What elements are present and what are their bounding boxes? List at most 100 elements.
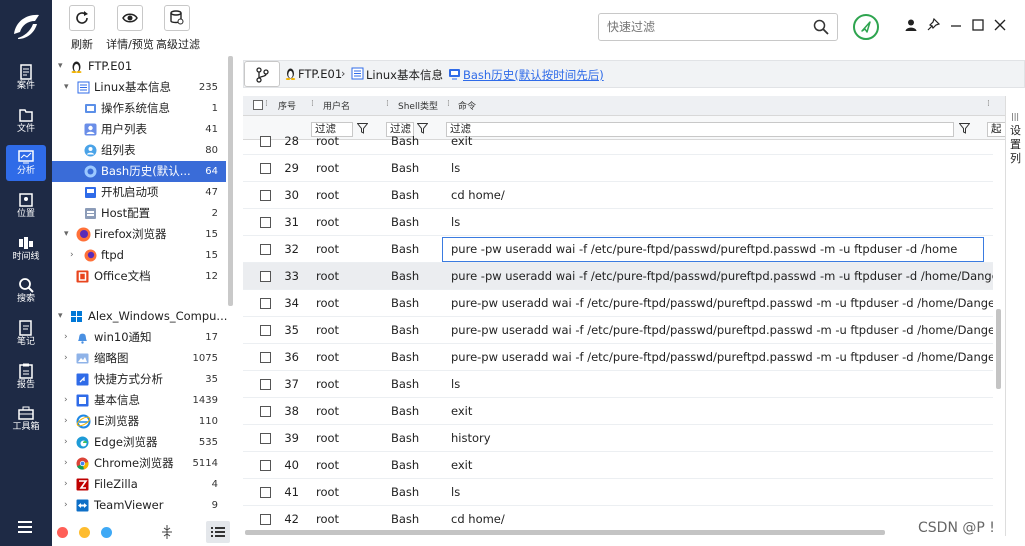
grid-vertical-scrollbar[interactable] [996,309,1001,389]
maximize-icon[interactable] [971,18,985,32]
nav-item-timeline[interactable]: 时间线 [6,231,46,267]
tree-item-win10-notify[interactable]: › win10通知 17 [52,327,226,348]
column-header-no[interactable]: 序号 [278,99,296,112]
minimize-icon[interactable] [949,18,963,32]
table-row[interactable]: 30 root Bash cd home/ [243,182,993,209]
row-checkbox[interactable] [260,379,271,390]
table-row[interactable]: 29 root Bash ls [243,155,993,182]
tree-item-linux-info[interactable]: ▾ Linux基本信息 235 [52,77,226,98]
nav-item-analysis[interactable]: 分析 [6,145,46,181]
nav-item-file[interactable]: 文件 [6,103,46,139]
breadcrumb-current[interactable]: Bash历史(默认按时间先后) [463,67,604,83]
tree-item-shortcut-analysis[interactable]: 快捷方式分析 35 [52,369,226,390]
nav-item-toolbox[interactable]: 工具箱 [6,401,46,437]
nav-item-notes[interactable]: 笔记 [6,316,46,352]
tree-item-alex-windows[interactable]: ▾ Alex_Windows_Compu... [52,306,227,327]
table-row[interactable]: 42 root Bash cd home/ [243,506,993,530]
collapse-arrow-icon[interactable]: ▾ [58,56,63,77]
expand-arrow-icon[interactable]: › [64,432,68,453]
tree-item-basic-info[interactable]: › 基本信息 1439 [52,390,226,411]
column-header-user[interactable]: 用户名 [323,99,350,112]
tree-item-user-list[interactable]: 用户列表 41 [52,119,226,140]
tree-scrollbar[interactable] [228,56,233,306]
row-checkbox[interactable] [260,136,271,147]
cell-edit-box[interactable] [442,237,984,262]
branch-button[interactable] [244,61,280,87]
nav-item-report[interactable]: 报告 [6,359,46,395]
search-icon[interactable] [813,19,829,35]
collapse-arrow-icon[interactable]: ▾ [58,306,63,327]
row-checkbox[interactable] [260,244,271,255]
refresh-button[interactable]: 刷新 [66,5,98,53]
expand-arrow-icon[interactable]: › [64,495,68,516]
row-checkbox[interactable] [260,217,271,228]
select-all-checkbox[interactable] [253,100,263,110]
detail-preview-button[interactable]: 详情/预览 [105,5,155,53]
table-row[interactable]: 32 root Bash pure -pw useradd wai -f /etc/p… [243,236,993,263]
nav-item-case[interactable]: 案件 [6,60,46,96]
table-row[interactable]: 36 root Bash pure-pw useradd wai -f /etc/pu… [243,344,993,371]
row-checkbox[interactable] [260,190,271,201]
breadcrumb-root[interactable]: FTP.E01 [298,67,342,81]
row-checkbox[interactable] [260,163,271,174]
row-checkbox[interactable] [260,325,271,336]
tree-item-group-list[interactable]: 组列表 80 [52,140,226,161]
expand-arrow-icon[interactable]: › [64,348,68,369]
tree-item-ie[interactable]: › IE浏览器 110 [52,411,226,432]
tree-item-chrome[interactable]: › Chrome浏览器 5114 [52,453,226,474]
nav-item-location[interactable]: 位置 [6,188,46,224]
tree-item-thumbnails[interactable]: › 缩略图 1075 [52,348,226,369]
column-header-command[interactable]: 命令 [458,99,476,112]
table-row[interactable]: 34 root Bash pure-pw useradd wai -f /etc/pu… [243,290,993,317]
advanced-filter-button[interactable]: 高级过滤 [156,5,200,53]
expand-arrow-icon[interactable]: › [70,245,74,266]
row-checkbox[interactable] [260,433,271,444]
tree-item-bash-history[interactable]: Bash历史(默认... 64 [52,161,226,182]
tree-item-firefox[interactable]: ▾ Firefox浏览器 15 [52,224,226,245]
tree-item-os-info[interactable]: 操作系统信息 1 [52,98,226,119]
tree-item-filezilla[interactable]: › FileZilla 4 [52,474,226,495]
list-view-button[interactable] [206,521,230,543]
table-row[interactable]: 37 root Bash ls [243,371,993,398]
nav-item-search[interactable]: 搜索 [6,273,46,309]
expand-arrow-icon[interactable]: › [64,411,68,432]
tree-item-host-config[interactable]: Host配置 2 [52,203,226,224]
table-row[interactable]: 40 root Bash exit [243,452,993,479]
collapse-arrow-icon[interactable]: ▾ [64,224,69,245]
tree-item-ftp-e01[interactable]: ▾ FTP.E01 [52,56,226,77]
table-row[interactable]: 41 root Bash ls [243,479,993,506]
row-checkbox[interactable] [260,406,271,417]
yellow-dot-icon[interactable] [79,527,90,538]
expand-arrow-icon[interactable]: › [64,474,68,495]
quick-filter-input[interactable] [607,14,807,40]
menu-icon[interactable] [16,520,36,534]
expand-collapse-icon[interactable] [160,524,174,540]
grid-horizontal-scrollbar[interactable] [245,530,885,535]
tree-item-edge[interactable]: › Edge浏览器 535 [52,432,226,453]
tree-item-startup[interactable]: 开机启动项 47 [52,182,226,203]
breadcrumb-section[interactable]: Linux基本信息 [366,67,443,83]
tree-item-ftpd[interactable]: › ftpd 15 [52,245,226,266]
tree-item-teamviewer[interactable]: › TeamViewer 9 [52,495,226,516]
column-header-shell[interactable]: Shell类型 [398,99,438,112]
row-checkbox[interactable] [260,271,271,282]
table-row[interactable]: 35 root Bash pure-pw useradd wai -f /etc/pu… [243,317,993,344]
row-checkbox[interactable] [260,298,271,309]
table-row[interactable]: 33 root Bash pure -pw useradd wai -f /etc/p… [243,263,993,290]
column-settings-tab[interactable]: ||| 设 置 列 [1005,96,1025,536]
pin-icon[interactable] [926,18,940,32]
blue-dot-icon[interactable] [101,527,112,538]
expand-arrow-icon[interactable]: › [64,453,68,474]
row-checkbox[interactable] [260,487,271,498]
table-row[interactable]: 28 root Bash exit [243,129,993,155]
tree-item-office-docs[interactable]: Office文档 12 [52,266,226,287]
expand-arrow-icon[interactable]: › [64,390,68,411]
user-icon[interactable] [904,18,918,32]
expand-arrow-icon[interactable]: › [64,327,68,348]
table-row[interactable]: 31 root Bash ls [243,209,993,236]
row-checkbox[interactable] [260,460,271,471]
table-row[interactable]: 39 root Bash history [243,425,993,452]
close-icon[interactable] [993,18,1007,32]
table-row[interactable]: 38 root Bash exit [243,398,993,425]
row-checkbox[interactable] [260,514,271,525]
